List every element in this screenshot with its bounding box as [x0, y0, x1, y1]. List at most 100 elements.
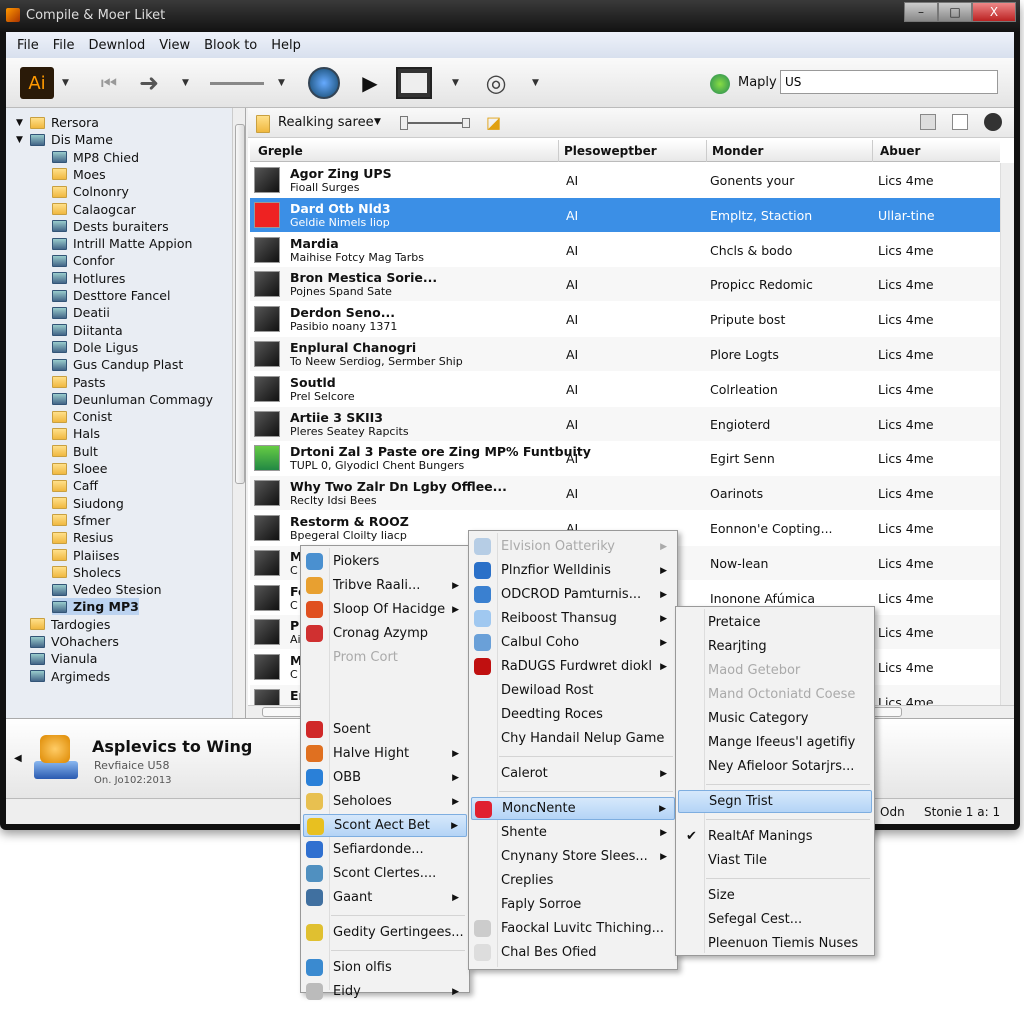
tree-item[interactable]: Sfmer: [52, 512, 110, 529]
tree-item[interactable]: Bult: [52, 443, 98, 460]
table-row[interactable]: Artiie 3 SKII3 Pleres Seatey Rapcits AI Eng…: [250, 406, 1000, 441]
menu-item[interactable]: Faply Sorroe: [471, 893, 675, 916]
menu-item[interactable]: Deedting Roces: [471, 703, 675, 726]
arrow-right-icon[interactable]: ➜: [134, 67, 164, 99]
menu-item[interactable]: Calbul Coho ▶: [471, 631, 675, 654]
monitor-icon[interactable]: [396, 67, 432, 99]
tree-item[interactable]: Plaiises: [52, 547, 119, 564]
table-row[interactable]: Dard Otb Nld3 Geldie Nimels Iiop AI Empltz,…: [250, 197, 1000, 232]
menu-item[interactable]: OBB ▶: [303, 766, 467, 789]
menu-item[interactable]: Soent: [303, 718, 467, 741]
illustrator-icon[interactable]: Ai: [20, 67, 54, 99]
dropdown-icon[interactable]: ▼: [278, 78, 285, 88]
dropdown-icon[interactable]: ▼: [452, 78, 459, 88]
tree-item[interactable]: Intrill Matte Appion: [52, 235, 192, 252]
tree-item[interactable]: Vedeo Stesion: [52, 581, 162, 598]
tree-item[interactable]: Caff: [52, 477, 98, 494]
table-row[interactable]: Agor Zing UPS Fioall Surges AI Gonents your…: [250, 163, 1000, 197]
tree-item[interactable]: Zing MP3: [52, 598, 139, 616]
menu-item[interactable]: Cronag Azymp: [303, 622, 467, 645]
menu-item[interactable]: Scont Clertes....: [303, 862, 467, 885]
play-icon[interactable]: ▶: [358, 67, 382, 99]
menu-item[interactable]: Tribve Raali... ▶: [303, 574, 467, 597]
menu-item[interactable]: Chy Handail Nelup Game: [471, 727, 675, 750]
zoom-slider[interactable]: [400, 116, 470, 130]
tree-item[interactable]: Pasts: [52, 374, 106, 391]
tree-item[interactable]: Dests buraiters: [52, 218, 169, 235]
menu-item[interactable]: Eidy ▶: [303, 980, 467, 1003]
table-row[interactable]: Mardia Maihise Fotcy Mag Tarbs AI Chcls & b…: [250, 233, 1000, 267]
tag-icon[interactable]: ◪: [486, 113, 501, 132]
tree-item[interactable]: Sloee: [52, 460, 107, 477]
list-scrollbar[interactable]: [1000, 163, 1014, 705]
menu-item[interactable]: Pleenuon Tiemis Nuses: [678, 932, 872, 955]
column-header[interactable]: Monder: [712, 144, 763, 158]
globe-button-icon[interactable]: [308, 67, 340, 99]
tree-item[interactable]: Vianula: [30, 650, 97, 667]
table-row[interactable]: Derdon Seno... Pasibio noany 1371 AI Priput…: [250, 302, 1000, 336]
close-button[interactable]: X: [972, 2, 1016, 22]
tree-item[interactable]: Dole Ligus: [52, 339, 138, 356]
maximize-button[interactable]: □: [938, 2, 972, 22]
dropdown-icon[interactable]: ▼: [62, 78, 69, 88]
menu-file-2[interactable]: File: [46, 38, 82, 53]
menu-item[interactable]: Plnzfior Welldinis ▶: [471, 559, 675, 582]
expand-arrow-icon[interactable]: ▼: [16, 135, 30, 145]
menu-view[interactable]: View: [152, 38, 197, 53]
menu-item[interactable]: Creplies: [471, 869, 675, 892]
menu-item[interactable]: Gaant ▶: [303, 886, 467, 909]
tree-item[interactable]: Gus Candup Plast: [52, 356, 183, 373]
menu-blook-to[interactable]: Blook to: [197, 38, 264, 53]
table-row[interactable]: Why Two Zalr Dn Lgby Offlee... Reclty Ids…: [250, 476, 1000, 511]
minimize-button[interactable]: –: [904, 2, 938, 22]
menu-item[interactable]: Music Category: [678, 707, 872, 730]
menu-help[interactable]: Help: [264, 38, 308, 53]
prev-arrow-icon[interactable]: ◀: [14, 753, 22, 764]
settings-icon[interactable]: [984, 113, 1002, 131]
info-icon[interactable]: [952, 114, 968, 130]
tree-item[interactable]: Desttore Fancel: [52, 287, 170, 304]
menu-item[interactable]: Sefegal Cest...: [678, 908, 872, 931]
tree-item[interactable]: Confor: [52, 252, 115, 269]
tree-item[interactable]: Resius: [52, 529, 113, 546]
rewind-icon[interactable]: ⏮: [94, 67, 124, 99]
slider-line[interactable]: [210, 67, 264, 99]
menu-item[interactable]: Chal Bes Ofied: [471, 941, 675, 964]
tree-item[interactable]: Colnonry: [52, 183, 129, 200]
tree-item[interactable]: ▼ Dis Mame: [16, 131, 113, 148]
expand-arrow-icon[interactable]: ▼: [16, 118, 30, 128]
menu-item[interactable]: Ney Afieloor Sotarjrs...: [678, 755, 872, 778]
column-header[interactable]: Abuer: [880, 144, 920, 158]
dropdown-icon[interactable]: ▼: [182, 78, 189, 88]
column-header[interactable]: Greple: [258, 144, 303, 158]
tree-scrollbar[interactable]: [232, 108, 245, 718]
menu-item[interactable]: Seholoes ▶: [303, 790, 467, 813]
table-row[interactable]: Bron Mestica Sorie... Pojnes Spand Sate AI…: [250, 267, 1000, 302]
menu-item[interactable]: ODCROD Pamturnis... ▶: [471, 583, 675, 606]
tree-item[interactable]: VOhachers: [30, 633, 119, 650]
menu-item[interactable]: Gedity Gertingees...: [303, 921, 467, 944]
menu-item[interactable]: Sefiardonde...: [303, 838, 467, 861]
menu-item[interactable]: Pretaice: [678, 611, 872, 634]
table-row[interactable]: Soutld Prel Selcore AI Colrleation Lics 4me: [250, 372, 1000, 406]
menu-item[interactable]: Shente ▶: [471, 821, 675, 844]
menu-item[interactable]: MoncNente ▶: [471, 797, 675, 820]
menu-item[interactable]: Piokers: [303, 550, 467, 573]
dropdown-icon[interactable]: ▼: [374, 117, 381, 127]
menu-item[interactable]: Size: [678, 884, 872, 907]
tree-item[interactable]: Moes: [52, 166, 106, 183]
column-header[interactable]: Plesoweptber: [564, 144, 657, 158]
menu-item[interactable]: Calerot ▶: [471, 762, 675, 785]
menu-file[interactable]: File: [10, 38, 46, 53]
menu-item[interactable]: Sloop Of Hacidge ▶: [303, 598, 467, 621]
tree-item[interactable]: Conist: [52, 408, 112, 425]
tree-item[interactable]: Sholecs: [52, 564, 121, 581]
menu-item[interactable]: Mange Ifeeus'l agetifiy: [678, 731, 872, 754]
menu-item[interactable]: RaDUGS Furdwret diokl ▶: [471, 655, 675, 678]
tree-item[interactable]: Siudong: [52, 495, 124, 512]
tree-item[interactable]: MP8 Chied: [52, 149, 139, 166]
tree-item[interactable]: Argimeds: [30, 668, 110, 685]
menu-item[interactable]: Segn Trist: [678, 790, 872, 813]
menu-item[interactable]: Reiboost Thansug ▶: [471, 607, 675, 630]
menu-item[interactable]: Scont Aect Bet ▶: [303, 814, 467, 837]
